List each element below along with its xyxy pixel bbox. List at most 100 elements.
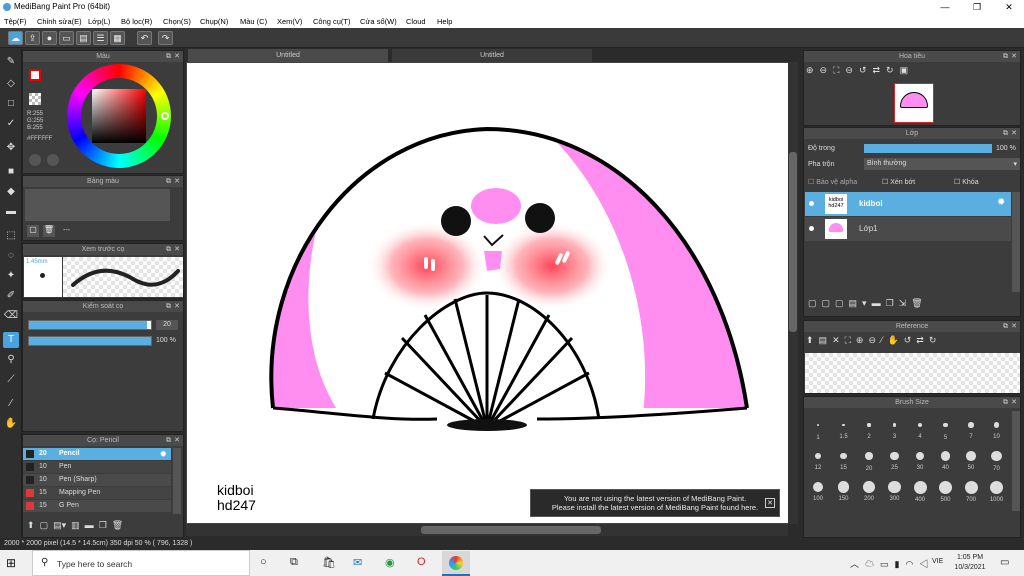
brush-size-cell[interactable]: 200	[857, 475, 881, 502]
close-icon[interactable]: ✕	[174, 176, 180, 187]
comment-icon[interactable]: ▭	[59, 31, 74, 45]
rotate-left-icon[interactable]: ↺	[859, 65, 873, 75]
menu-view[interactable]: Xem(V)	[277, 17, 302, 26]
folder-icon[interactable]: ▬	[872, 298, 886, 308]
brush-menu-icon[interactable]: ▤▾	[53, 520, 66, 530]
menu-tools[interactable]: Công cụ(T)	[313, 17, 351, 26]
menu-snap[interactable]: Chụp(N)	[200, 17, 228, 26]
windows-start-icon[interactable]: ⊞	[6, 556, 20, 570]
brush-tool-icon[interactable]: ✎	[3, 54, 19, 70]
battery-icon[interactable]: ▮	[895, 559, 906, 569]
eraser-tool-icon[interactable]: ◇	[3, 76, 19, 92]
eyedropper-icon[interactable]: ⁄	[3, 396, 19, 412]
divide-tool-icon[interactable]: ⟋	[3, 372, 19, 388]
layer-menu-icon[interactable]: ▤▾	[849, 298, 872, 308]
ref-zoom-in-icon[interactable]: ⊕	[856, 335, 869, 345]
ref-hand-icon[interactable]: ✋	[888, 335, 904, 345]
zoom-in-icon[interactable]: ⊕	[806, 65, 820, 75]
float-icon[interactable]: ⧉	[166, 435, 171, 446]
move-tool-icon[interactable]: ✥	[3, 140, 19, 156]
ref-close-icon[interactable]: ✕	[832, 335, 845, 345]
brush-row[interactable]: 10 Pen	[23, 461, 171, 473]
new-layer-icon[interactable]: ▢	[808, 298, 822, 308]
undo-icon[interactable]: ↶	[137, 31, 152, 45]
blend-select[interactable]: Bình thường ▾	[864, 158, 1020, 170]
grid-icon[interactable]: ▦	[110, 31, 125, 45]
menu-file[interactable]: Tệp(F)	[4, 17, 27, 26]
brush-list-scrollbar[interactable]	[173, 448, 181, 514]
float-icon[interactable]: ⧉	[166, 244, 171, 255]
palette-area[interactable]	[25, 189, 170, 221]
horizontal-scrollbar[interactable]	[186, 524, 788, 536]
update-notification[interactable]: You are not using the latest version of …	[530, 489, 780, 517]
float-icon[interactable]: ⧉	[166, 301, 171, 312]
copy-icon[interactable]: ❐	[99, 520, 107, 530]
zoom-reset-icon[interactable]: ⊖	[845, 65, 859, 75]
brush-size-cell[interactable]: 50	[959, 444, 983, 471]
medibang-taskbar-icon[interactable]	[442, 551, 470, 576]
close-icon[interactable]: ✕	[174, 301, 180, 312]
brush-size-cell[interactable]: 7	[959, 413, 983, 440]
brush-size-cell[interactable]: 500	[934, 475, 958, 503]
brush-size-cell[interactable]: 25	[883, 444, 907, 471]
notification-icon[interactable]: ▭	[1000, 557, 1009, 568]
menu-edit[interactable]: Chỉnh sửa(E)	[37, 17, 82, 26]
tab-untitled-1[interactable]: Untitled	[188, 49, 388, 62]
folder-icon[interactable]: ▬	[85, 520, 94, 530]
lock-icon[interactable]: ▣	[900, 65, 915, 75]
brush-size-cell[interactable]: 400	[908, 475, 932, 503]
brush-size-cell[interactable]: 100	[806, 475, 830, 502]
cortana-icon[interactable]: ○	[260, 556, 267, 568]
wifi-icon[interactable]: ◠	[906, 559, 920, 569]
brush-size-cell[interactable]: 5	[934, 413, 958, 441]
brush-row[interactable]: 10 Pen (Sharp)	[23, 474, 171, 486]
brush-row[interactable]: 15 G Pen	[23, 500, 171, 512]
foreground-color[interactable]	[29, 69, 41, 81]
fit-icon[interactable]: ⛶	[833, 65, 845, 75]
brush-size-cell[interactable]: 12	[806, 444, 830, 471]
language-indicator[interactable]: VIE	[932, 558, 943, 565]
ref-fit-icon[interactable]: ⛶	[845, 335, 856, 345]
cloud-tray-icon[interactable]: ☁	[865, 559, 880, 569]
brush-row[interactable]: 20 Pencil ✹	[23, 448, 171, 460]
lock-checkbox[interactable]: ☐ Khóa	[954, 178, 979, 186]
browser-icon[interactable]: ◉	[385, 556, 395, 569]
navigator-thumbnail[interactable]	[894, 83, 934, 123]
float-icon[interactable]: ⧉	[1003, 397, 1008, 408]
ref-flip-icon[interactable]: ⇄	[916, 335, 929, 345]
brush-size-cell[interactable]: 1000	[985, 475, 1009, 503]
vertical-scrollbar[interactable]	[788, 62, 798, 524]
menu-window[interactable]: Cửa sổ(W)	[360, 17, 397, 26]
reference-canvas[interactable]	[805, 353, 1020, 393]
brush-size-cell[interactable]: 700	[959, 475, 983, 503]
brush-size-cell[interactable]: 4	[908, 413, 932, 440]
close-icon[interactable]: ✕	[1011, 128, 1017, 139]
close-icon[interactable]: ✕	[1011, 321, 1017, 332]
tab-untitled-2[interactable]: Untitled	[392, 49, 592, 62]
saturation-square[interactable]	[92, 89, 146, 143]
delete-layer-icon[interactable]: 🗑	[911, 298, 927, 308]
magic-wand-icon[interactable]: ✦	[3, 268, 19, 284]
select-eraser-icon[interactable]: ⌫	[3, 308, 19, 324]
layer-row-kidboi[interactable]: kidboi hd247 kidboi ✹	[805, 192, 1011, 216]
ref-rotate-right-icon[interactable]: ↻	[929, 335, 942, 345]
drawing-canvas[interactable]: kidboi hd247	[187, 63, 788, 523]
visibility-icon[interactable]	[809, 226, 814, 231]
float-icon[interactable]: ⧉	[1003, 128, 1008, 139]
protect-alpha-checkbox[interactable]: ☐ Bảo vệ alpha	[808, 178, 857, 186]
brush-size-cell[interactable]: 40	[934, 444, 958, 471]
float-icon[interactable]: ⧉	[166, 51, 171, 62]
redo-icon[interactable]: ↷	[158, 31, 173, 45]
ref-zoom-out-icon[interactable]: ⊖	[868, 335, 881, 345]
brush-gear-icon[interactable]: ✹	[159, 448, 167, 460]
menu-color[interactable]: Màu (C)	[240, 17, 267, 26]
menu-cloud[interactable]: Cloud	[406, 17, 426, 26]
add-brush-icon[interactable]: ⬆	[27, 520, 35, 530]
zoom-out-icon[interactable]: ⊖	[820, 65, 834, 75]
hue-wheel[interactable]	[67, 64, 171, 168]
brush-size-cell[interactable]: 15	[832, 444, 856, 471]
transparent-color[interactable]	[29, 93, 41, 105]
opacity-slider[interactable]	[28, 336, 152, 346]
menu-filter[interactable]: Bộ lọc(R)	[121, 17, 152, 26]
mail-icon[interactable]: ✉	[353, 556, 362, 569]
